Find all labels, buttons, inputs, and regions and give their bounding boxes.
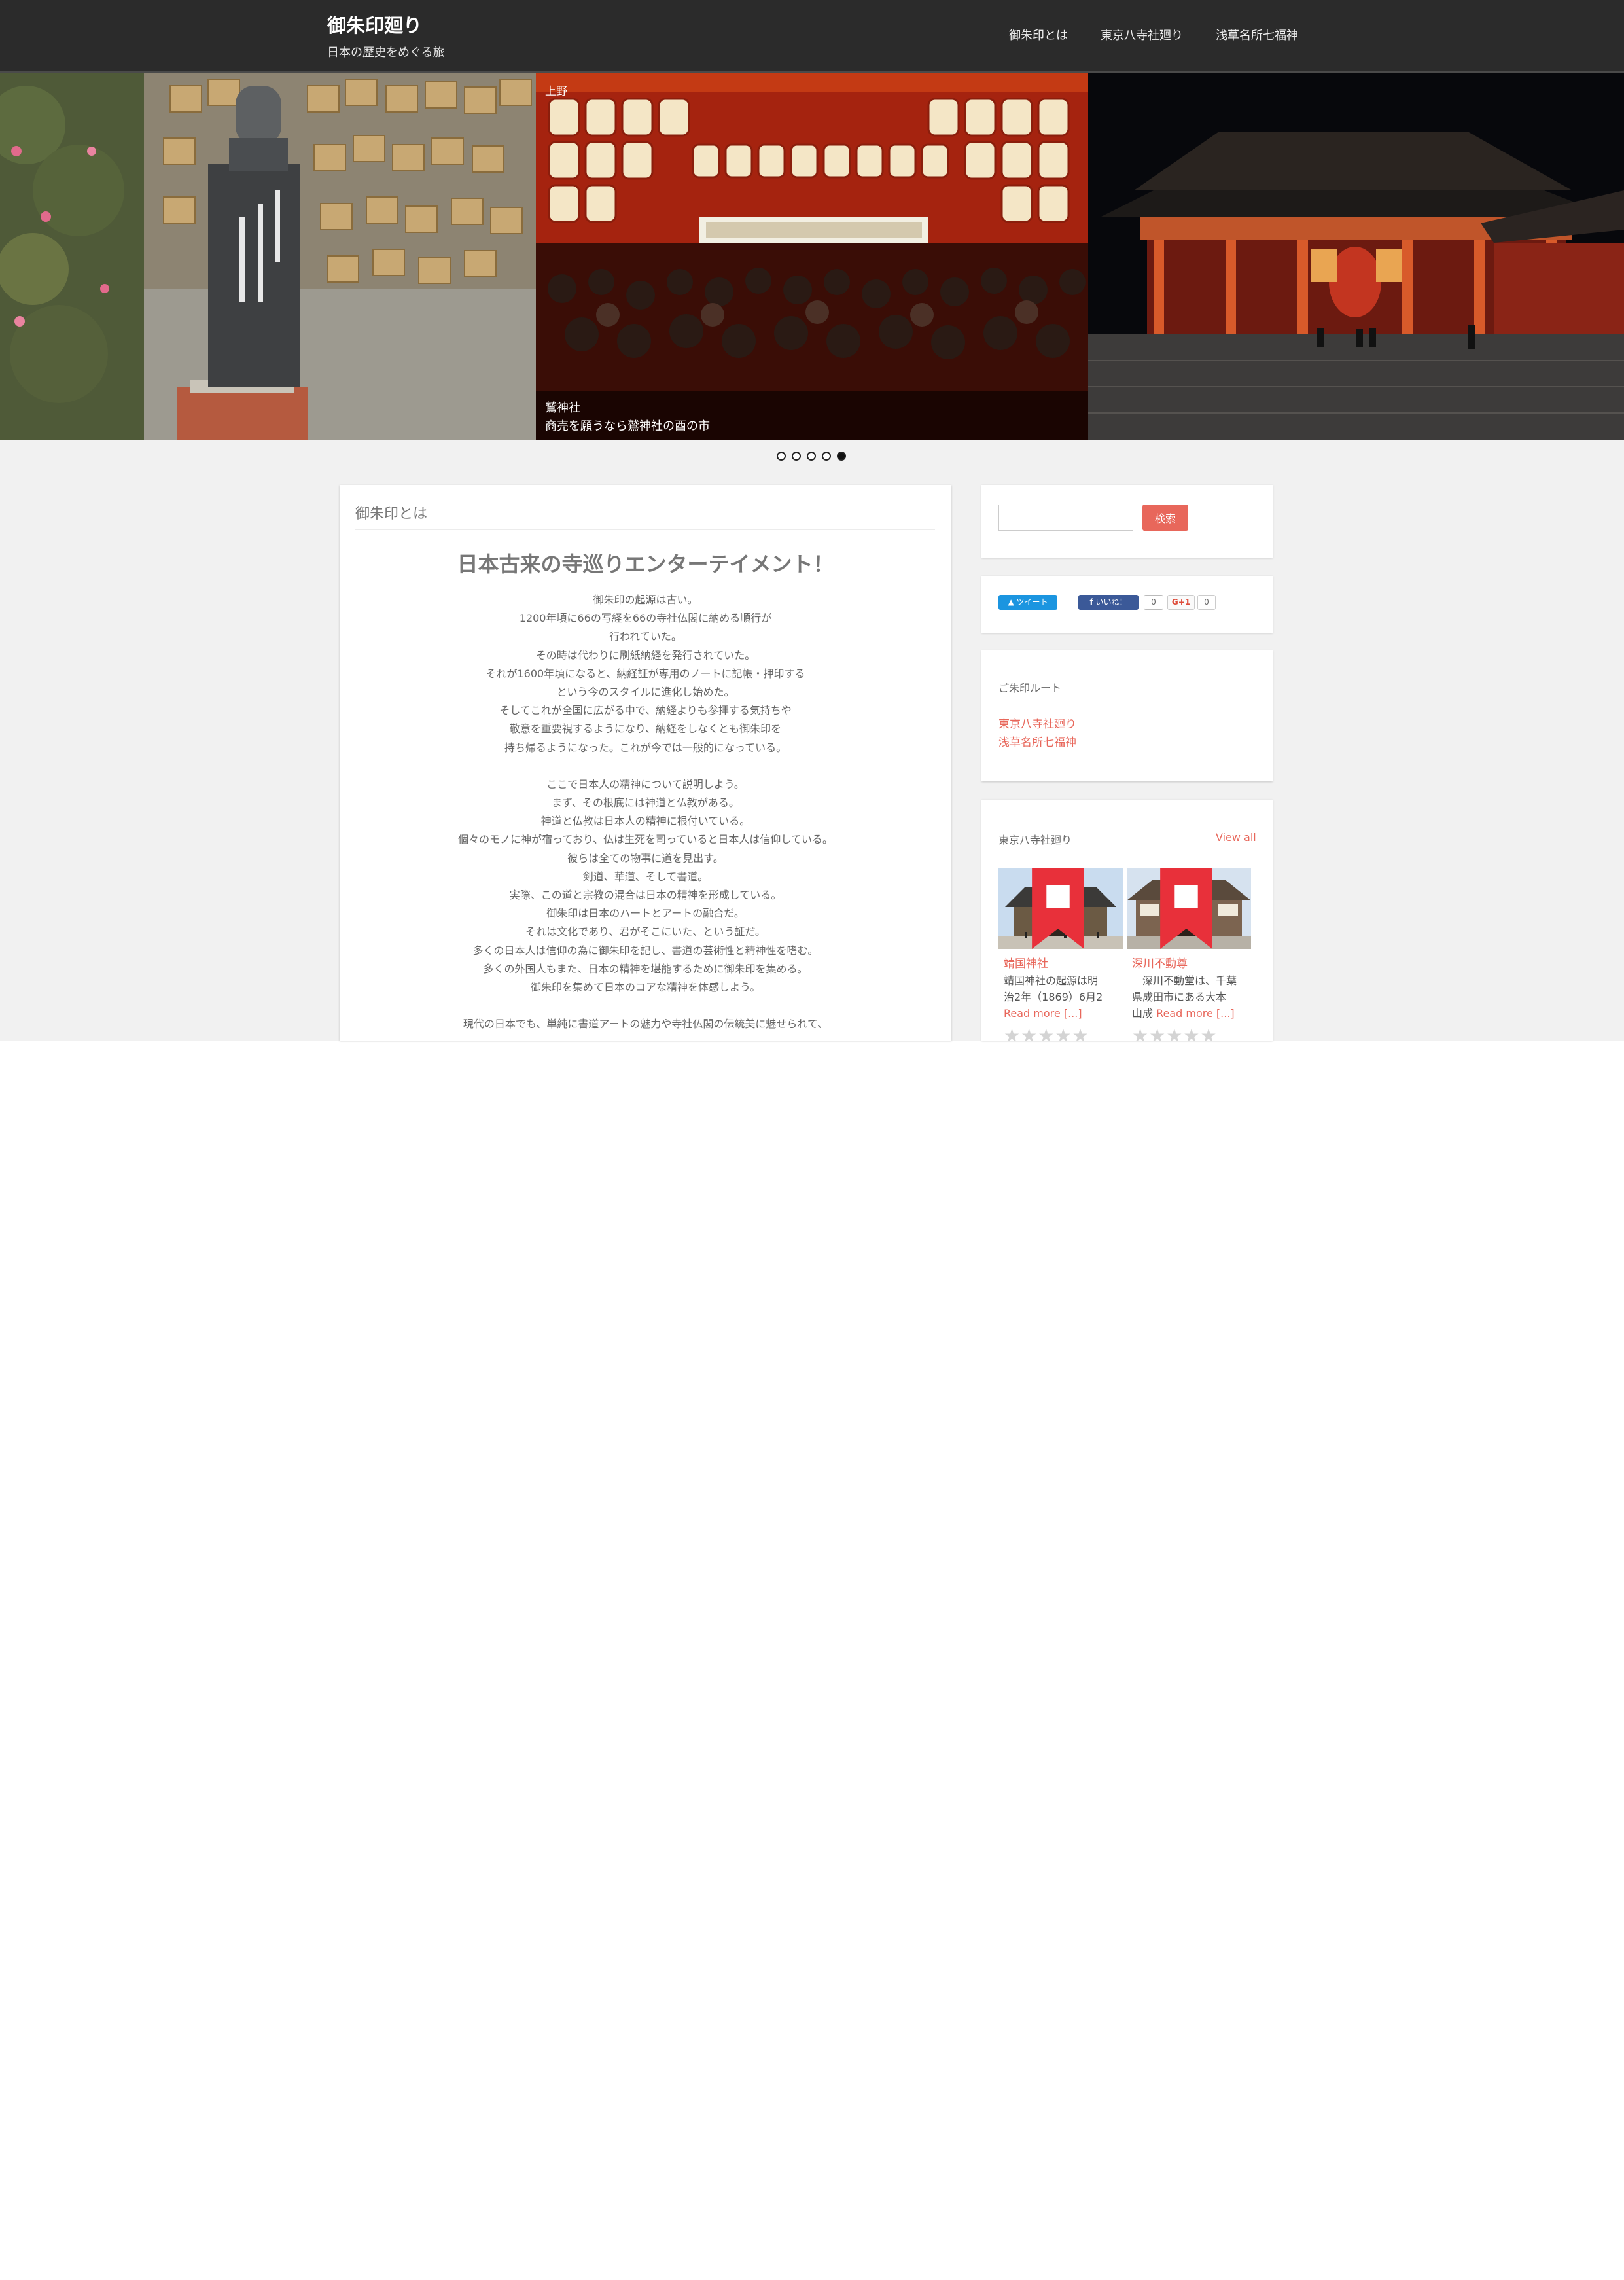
temple-card-excerpt: 深川不動堂は、千葉 県成田市にある大本 山成 Read more [...] <box>1132 972 1248 1022</box>
article-line: 実際、この道と宗教の混合は日本の精神を形成している。 <box>509 889 782 902</box>
star-icon: ★ <box>1072 1025 1089 1041</box>
article-line: 剣道、華道、そして書道。 <box>582 870 709 883</box>
search-widget: 検索 <box>981 485 1273 558</box>
star-icon: ★ <box>1200 1025 1218 1041</box>
article-line: 持ち帰るようになった。これが今では一般的になっている。 <box>504 741 787 754</box>
article-line: 御朱印の起源は古い。 <box>593 594 698 606</box>
slider-dot-1[interactable] <box>777 452 786 461</box>
excerpt-tail: 山成 <box>1132 1007 1154 1020</box>
main-article: 御朱印とは 日本古来の寺巡りエンターテイメント！ 御朱印の起源は古い。 1200… <box>340 485 951 1041</box>
rating-stars: ★★★★★ <box>1004 1025 1089 1041</box>
article-line: 行われていた。 <box>609 630 682 643</box>
routes-widget-title: ご朱印ルート <box>998 682 1062 694</box>
slide-caption-text: 商売を願うなら鷲神社の酉の市 <box>545 419 710 433</box>
facebook-like-button[interactable]: f いいね！ <box>1078 595 1139 610</box>
slider-dot-2[interactable] <box>792 452 801 461</box>
rating-stars: ★★★★★ <box>1132 1025 1218 1041</box>
bookmark-icon <box>1032 868 1084 949</box>
temples-widget: 東京八寺社廻り View all 靖国神社 靖国神社の起源は明 治2年（1869… <box>981 800 1273 1041</box>
slider-dot-3[interactable] <box>807 452 816 461</box>
temple-thumbnail[interactable] <box>1127 868 1251 949</box>
like-label: いいね！ <box>1095 597 1127 607</box>
slider-dot-4[interactable] <box>822 452 831 461</box>
bookmark-icon <box>1160 868 1212 949</box>
like-count: 0 <box>1144 595 1163 610</box>
star-icon: ★ <box>1149 1025 1167 1041</box>
nav-item-asakusa-seven-gods[interactable]: 浅草名所七福神 <box>1216 26 1298 43</box>
star-icon: ★ <box>1055 1025 1072 1041</box>
article-line: 御朱印は日本のハートとアートの融合だ。 <box>546 907 745 920</box>
article-line: それが1600年頃になると、納経証が専用のノートに記帳・押印する <box>485 667 805 680</box>
slide-caption-title[interactable]: 鷲神社 <box>545 399 580 416</box>
route-link-asakusa-seven-gods[interactable]: 浅草名所七福神 <box>998 733 1076 749</box>
article-line: 多くの外国人もまた、日本の精神を堪能するために御朱印を集める。 <box>483 962 808 975</box>
view-all-link[interactable]: View all <box>1216 831 1256 844</box>
route-link-tokyo-eight-temples[interactable]: 東京八寺社廻り <box>998 715 1076 731</box>
star-icon: ★ <box>1166 1025 1184 1041</box>
nav-item-tokyo-eight-temples[interactable]: 東京八寺社廻り <box>1101 26 1183 43</box>
google-plus-button[interactable]: G+1 <box>1167 595 1195 610</box>
star-icon: ★ <box>1183 1025 1201 1041</box>
article-line: 彼らは全ての物事に道を見出す。 <box>567 851 724 864</box>
article-line: 敬意を重要視するようになり、納経をしなくとも御朱印を <box>509 722 782 736</box>
temple-card-title[interactable]: 靖国神社 <box>1004 954 1048 971</box>
facebook-icon: f <box>1089 597 1093 607</box>
twitter-bird-icon: ▲ <box>1008 597 1014 607</box>
temple-thumbnail[interactable] <box>998 868 1123 949</box>
star-icon: ★ <box>1004 1025 1021 1041</box>
excerpt-line: 治2年（1869）6月2 <box>1004 991 1103 1003</box>
site-header: 御朱印廻り 日本の歴史をめぐる旅 御朱印とは 東京八寺社廻り 浅草名所七福神 <box>0 0 1624 73</box>
article-line: ここで日本人の精神について説明しよう。 <box>546 777 745 791</box>
site-title[interactable]: 御朱印廻り <box>327 10 422 38</box>
slide-lantern-festival-photo: 上野 鷲神社 商売を願うなら鷲神社の酉の市 <box>536 73 1088 440</box>
article-line: 御朱印を集めて日本のコアな精神を体感しよう。 <box>530 981 761 994</box>
slide-location-label: 上野 <box>545 85 567 98</box>
slider-dot-5[interactable] <box>837 452 846 461</box>
article-line: まず、その根底には神道と仏教がある。 <box>552 796 739 810</box>
tweet-button[interactable]: ▲ ツイート <box>998 595 1057 610</box>
read-more-link[interactable]: Read more [...] <box>1156 1007 1235 1020</box>
article-heading: 日本古来の寺巡りエンターテイメント！ <box>457 552 834 577</box>
article-line: 現代の日本でも、単純に書道アートの魅力や寺社仏閣の伝統美に魅せられて、 <box>463 1018 828 1031</box>
article-line: それは文化であり、君がそこにいた、という証だ。 <box>525 925 766 938</box>
excerpt-line: 県成田市にある大本 <box>1132 991 1227 1003</box>
article-title[interactable]: 御朱印とは <box>355 502 427 523</box>
temple-card-yasukuni[interactable]: 靖国神社 靖国神社の起源は明 治2年（1869）6月2 Read more [.… <box>998 868 1123 1041</box>
site-description: 日本の歴史をめぐる旅 <box>327 46 445 60</box>
excerpt-line: 山成 Read more [...] <box>1132 1005 1248 1022</box>
temple-card-fukagawa[interactable]: 深川不動尊 深川不動堂は、千葉 県成田市にある大本 山成 Read more [… <box>1127 868 1251 1041</box>
article-line: 神道と仏教は日本人の精神に根付いている。 <box>540 815 750 828</box>
temples-widget-title: 東京八寺社廻り <box>998 834 1072 846</box>
image-slider[interactable]: 上野 鷲神社 商売を願うなら鷲神社の酉の市 <box>0 73 1624 440</box>
article-line: という今のスタイルに進化し始めた。 <box>556 686 735 699</box>
article-body: 御朱印の起源は古い。 1200年頃に66の写経を66の寺社仏閣に納める順行が 行… <box>340 591 951 1033</box>
article-line: 個々のモノに神が宿っており、仏は生死を司っていると日本人は信仰している。 <box>458 833 833 846</box>
temple-card-excerpt: 靖国神社の起源は明 治2年（1869）6月2 Read more [...] <box>1004 972 1120 1022</box>
tweet-label: ツイート <box>1016 597 1048 607</box>
read-more-link[interactable]: Read more [...] <box>1004 1005 1120 1022</box>
slide-temple-night-photo <box>1088 73 1624 440</box>
excerpt-line: 靖国神社の起源は明 <box>1004 974 1099 987</box>
article-line: そしてこれが全国に広がる中で、納経よりも参拝する気持ちや <box>499 704 792 717</box>
article-title-divider <box>355 529 935 530</box>
excerpt-line: 深川不動堂は、千葉 <box>1132 974 1237 987</box>
routes-widget: ご朱印ルート 東京八寺社廻り 浅草名所七福神 <box>981 650 1273 781</box>
article-line: 1200年頃に66の写経を66の寺社仏閣に納める順行が <box>519 612 772 625</box>
slide-caption[interactable]: 鷲神社 商売を願うなら鷲神社の酉の市 <box>536 391 1088 440</box>
star-icon: ★ <box>1038 1025 1055 1041</box>
temple-card-title[interactable]: 深川不動尊 <box>1132 954 1188 971</box>
article-line: 多くの日本人は信仰の為に御朱印を記し、書道の芸術性と精神性を嗜む。 <box>472 944 819 957</box>
star-icon: ★ <box>1021 1025 1038 1041</box>
nav-item-goshuin[interactable]: 御朱印とは <box>1009 26 1068 43</box>
google-plus-count: 0 <box>1197 595 1216 610</box>
star-icon: ★ <box>1132 1025 1150 1041</box>
share-widget: ▲ ツイート f いいね！ 0 G+1 0 <box>981 576 1273 633</box>
slide-stone-monument-photo <box>0 73 536 440</box>
search-button[interactable]: 検索 <box>1142 505 1188 531</box>
search-input[interactable] <box>998 505 1133 531</box>
article-line: その時は代わりに刷紙納経を発行されていた。 <box>535 649 756 662</box>
